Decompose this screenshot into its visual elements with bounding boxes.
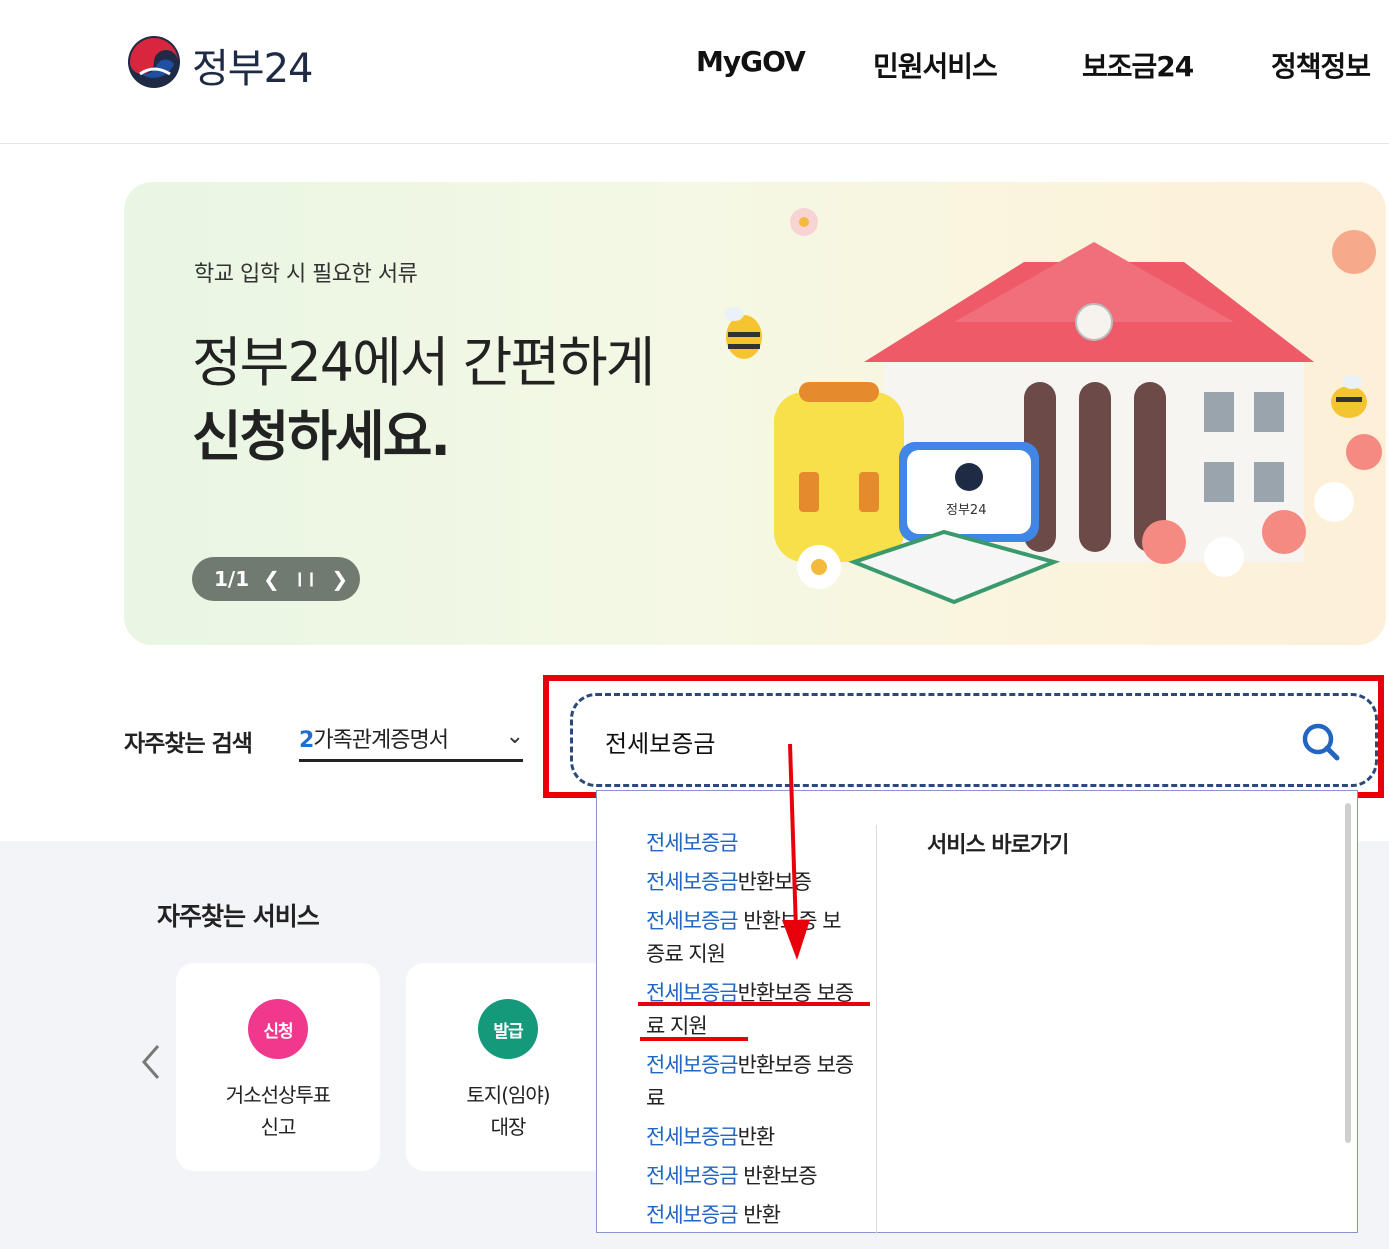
nav-subsidy24[interactable]: 보조금24 [1082,45,1194,85]
dropdown-divider [876,825,877,1234]
banner-pager: 1/1 ❮ ❙❙ ❯ [192,557,360,601]
dropdown-scrollbar[interactable] [1345,803,1351,1143]
flower-icon [790,208,818,236]
school-illustration: 정부24 [724,208,1382,605]
annotation-underline [638,1002,870,1006]
chevron-left-icon[interactable] [136,1040,166,1084]
popular-search-select[interactable]: 2가족관계증명서 ⌄ [299,722,524,762]
service-card-label: 토지(임야) 대장 [466,1083,550,1139]
nav-policy-info[interactable]: 정책정보 [1271,45,1371,85]
main-banner[interactable]: 학교 입학 시 필요한 서류 정부24에서 간편하게 신청하세요. 1/1 ❮ … [124,182,1386,645]
suggestion-item[interactable]: 전세보증금 반환보증 보 증료 지원 [646,905,868,971]
nav-civil-service[interactable]: 민원서비스 [873,45,998,85]
suggestion-item[interactable]: 전세보증금 반환 [646,1199,868,1232]
pager-count: 1/1 [214,567,250,591]
suggestion-item[interactable]: 전세보증금반환보증 보증 료 [646,1049,868,1115]
prev-slide-icon[interactable]: ❮ [263,567,280,591]
banner-title-line1: 정부24에서 간편하게 [192,331,655,394]
logo-text[interactable]: 정부24 [192,36,313,94]
service-card[interactable]: 발급 토지(임야) 대장 [406,963,610,1171]
annotation-arrow-icon [782,743,810,960]
service-card[interactable]: 신청 거소선상투표 신고 [176,963,380,1171]
nav-mygov[interactable]: MyGOV [696,45,806,78]
popular-search-label: 자주찾는 검색 [124,731,253,757]
next-slide-icon[interactable]: ❯ [331,567,348,591]
annotation-highlight-box [543,675,1384,798]
services-title: 자주찾는 서비스 [157,902,320,931]
banner-title-line2: 신청하세요. [192,405,451,468]
autocomplete-dropdown: 전세보증금 전세보증금반환보증 전세보증금 반환보증 보 증료 지원 전세보증금반… [596,790,1358,1234]
apply-badge: 신청 [248,999,308,1059]
keyword-rank: 2 [299,728,314,753]
suggestion-item-target[interactable]: 전세보증금반환보증 보증 료 지원 [646,977,868,1043]
issue-badge: 발급 [478,999,538,1059]
keyword-text: 가족관계증명서 [313,728,449,753]
pause-icon[interactable]: ❙❙ [294,571,317,587]
svg-text:정부24: 정부24 [946,503,986,518]
taegeuk-icon [128,36,180,88]
service-card-label: 거소선상투표 신고 [225,1083,331,1139]
suggestion-item[interactable]: 전세보증금 [646,827,868,860]
suggestion-list: 전세보증금 전세보증금반환보증 전세보증금 반환보증 보 증료 지원 전세보증금반… [646,827,868,1238]
banner-subtitle: 학교 입학 시 필요한 서류 [194,262,418,287]
bee-icon [724,307,762,359]
suggestion-item[interactable]: 전세보증금 반환보증 [646,1160,868,1193]
header-divider [0,143,1389,144]
annotation-underline [640,1037,748,1041]
chevron-down-icon[interactable]: ⌄ [506,724,524,749]
suggestion-item[interactable]: 전세보증금반환보증 [646,866,868,899]
service-shortcut-title: 서비스 바로가기 [927,833,1069,858]
bee-icon-2 [1331,375,1367,418]
suggestion-item[interactable]: 전세보증금반환 [646,1121,868,1154]
